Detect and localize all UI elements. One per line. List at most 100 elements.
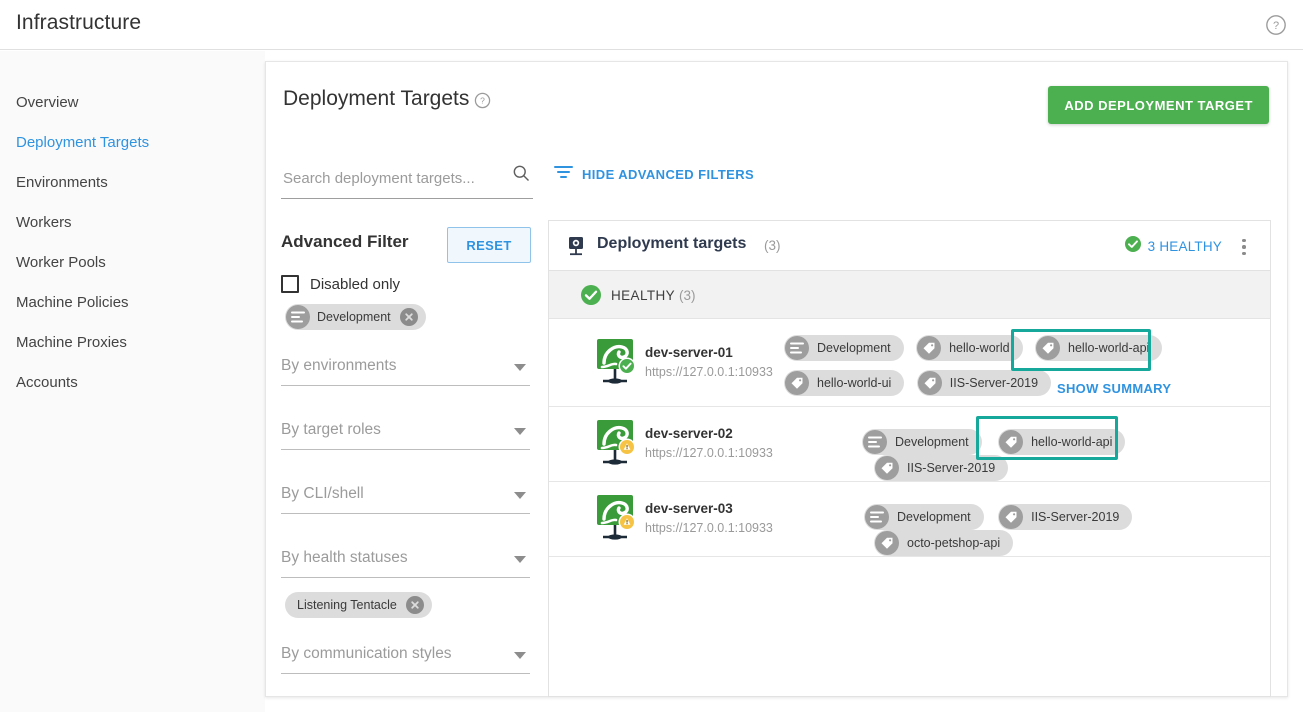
add-deployment-target-button[interactable]: ADD DEPLOYMENT TARGET [1048, 86, 1269, 124]
close-icon[interactable] [405, 596, 424, 614]
filter-chip-development[interactable]: Development [285, 304, 426, 330]
sidebar-item-machine-policies[interactable]: Machine Policies [16, 294, 129, 311]
tag-icon [875, 456, 899, 480]
tentacle-machine-icon [594, 493, 640, 550]
sidebar-item-machine-proxies[interactable]: Machine Proxies [16, 334, 127, 351]
tag-chip-iis-server-2019[interactable]: IIS-Server-2019 [916, 370, 1052, 396]
sidebar-item-overview[interactable]: Overview [16, 94, 79, 111]
show-summary-link[interactable]: SHOW SUMMARY [1057, 381, 1171, 396]
tag-chip-label: hello-world-ui [817, 376, 892, 390]
tag-chip-hello-world[interactable]: hello-world [916, 335, 1023, 361]
tag-chip-label: IIS-Server-2019 [949, 376, 1039, 390]
search-input[interactable] [281, 163, 503, 193]
tag-chip-label: octo-petshop-api [907, 536, 1001, 550]
chevron-down-icon [514, 428, 526, 435]
tag-icon [1036, 336, 1061, 360]
chevron-down-icon [514, 556, 526, 563]
check-circle-icon [1124, 236, 1141, 257]
content-page-title: Deployment Targets [283, 87, 470, 110]
tentacle-machine-icon [594, 337, 640, 394]
target-name[interactable]: dev-server-01 [645, 345, 733, 360]
tag-chip-development[interactable]: Development [862, 429, 982, 455]
tag-chip-label: hello-world-api [1068, 341, 1150, 355]
sidebar-item-deployment-targets[interactable]: Deployment Targets [16, 134, 149, 151]
filter-lines-icon [554, 165, 573, 184]
tag-chip-hello-world-api[interactable]: hello-world-api [1035, 335, 1163, 361]
tag-icon [999, 430, 1024, 454]
healthy-status-label: 3 HEALTHY [1147, 239, 1222, 254]
by-environments-select[interactable]: By environments [281, 352, 530, 386]
top-bar: Infrastructure ? [0, 0, 1303, 50]
by-target-roles-label: By target roles [281, 421, 381, 438]
kebab-menu-icon[interactable] [1235, 236, 1253, 258]
tag-chip-iis-server-2019[interactable]: IIS-Server-2019 [998, 504, 1133, 530]
target-name[interactable]: dev-server-03 [645, 501, 733, 516]
hide-advanced-filters-button[interactable]: HIDE ADVANCED FILTERS [554, 165, 754, 184]
main-content-card: Deployment Targets ? ADD DEPLOYMENT TARG… [265, 61, 1288, 697]
disabled-only-label: Disabled only [310, 275, 401, 293]
healthy-status-link[interactable]: 3 HEALTHY [1124, 236, 1222, 257]
environment-icon [865, 505, 889, 529]
table-row[interactable]: dev-server-01 https://127.0.0.1:10933 De… [549, 319, 1270, 407]
group-header-healthy: HEALTHY (3) [549, 271, 1270, 319]
page-title: Infrastructure [16, 11, 142, 34]
disabled-only-checkbox[interactable] [281, 275, 299, 293]
chevron-down-icon [514, 492, 526, 499]
chevron-down-icon [514, 364, 526, 371]
by-communication-styles-select[interactable]: By communication styles [281, 640, 530, 674]
svg-text:?: ? [480, 96, 485, 106]
sidebar-item-workers[interactable]: Workers [16, 214, 72, 231]
check-circle-icon [581, 285, 601, 305]
target-url: https://127.0.0.1:10933 [645, 446, 773, 460]
target-url: https://127.0.0.1:10933 [645, 521, 773, 535]
target-url: https://127.0.0.1:10933 [645, 365, 773, 379]
by-target-roles-select[interactable]: By target roles [281, 416, 530, 450]
tag-chip-label: IIS-Server-2019 [907, 461, 996, 475]
environment-icon [785, 336, 809, 360]
by-cli-shell-select[interactable]: By CLI/shell [281, 480, 530, 514]
sidebar-item-environments[interactable]: Environments [16, 174, 108, 191]
filter-chip-label: Development [317, 310, 391, 324]
deployment-target-icon [566, 235, 588, 257]
advanced-filter-panel: Advanced Filter RESET Disabled only Deve… [281, 227, 546, 697]
search-field-wrapper [281, 161, 533, 199]
tag-chip-label: Development [817, 341, 891, 355]
results-title: Deployment targets [597, 235, 747, 252]
tag-chip-development[interactable]: Development [864, 504, 984, 530]
search-icon[interactable] [511, 163, 531, 183]
tag-chip-label: hello-world [949, 341, 1010, 355]
tag-chip-octo-petshop-api[interactable]: octo-petshop-api [874, 530, 1014, 556]
filter-chip-listening-tentacle[interactable]: Listening Tentacle [285, 592, 432, 618]
by-cli-shell-label: By CLI/shell [281, 485, 364, 502]
help-circle-icon[interactable]: ? [1265, 14, 1287, 36]
table-row[interactable]: dev-server-03 https://127.0.0.1:10933 De… [549, 482, 1270, 557]
disabled-only-checkbox-row[interactable]: Disabled only [281, 275, 400, 293]
tag-chip-label: IIS-Server-2019 [1031, 510, 1120, 524]
help-circle-icon[interactable]: ? [474, 92, 491, 109]
group-header-label: HEALTHY [611, 288, 676, 303]
tag-icon [999, 505, 1024, 529]
by-health-statuses-select[interactable]: By health statuses [281, 544, 530, 578]
sidebar-item-worker-pools[interactable]: Worker Pools [16, 254, 106, 271]
by-environments-label: By environments [281, 357, 397, 374]
tag-icon [917, 371, 942, 395]
deployment-targets-results: Deployment targets (3) 3 HEALTHY HEALTHY… [548, 220, 1271, 697]
environment-icon [286, 305, 310, 329]
tag-chip-hello-world-ui[interactable]: hello-world-ui [784, 370, 905, 396]
tag-icon [785, 371, 809, 395]
tag-chip-label: hello-world-api [1031, 435, 1113, 449]
tag-icon [917, 336, 942, 360]
tag-chip-iis-server-2019[interactable]: IIS-Server-2019 [874, 455, 1009, 481]
sidebar-item-accounts[interactable]: Accounts [16, 374, 78, 391]
tag-chip-development[interactable]: Development [784, 335, 904, 361]
group-header-count: (3) [679, 288, 696, 303]
reset-filter-button[interactable]: RESET [447, 227, 531, 263]
tentacle-machine-icon [594, 418, 640, 475]
hide-advanced-filters-label: HIDE ADVANCED FILTERS [582, 167, 755, 182]
results-count: (3) [764, 238, 781, 253]
tag-chip-hello-world-api[interactable]: hello-world-api [998, 429, 1126, 455]
chevron-down-icon [514, 652, 526, 659]
target-name[interactable]: dev-server-02 [645, 426, 733, 441]
table-row[interactable]: dev-server-02 https://127.0.0.1:10933 De… [549, 407, 1270, 482]
close-icon[interactable] [399, 308, 418, 326]
